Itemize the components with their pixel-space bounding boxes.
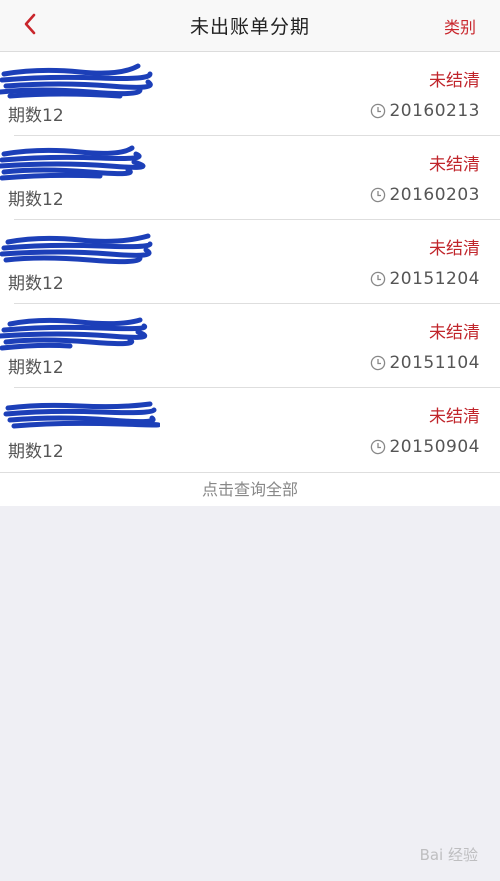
date-label: 20150904 [389, 437, 480, 457]
date-group: 20151104 [370, 353, 480, 373]
date-group: 20160213 [370, 101, 480, 121]
list-item[interactable]: 未结清 期数12 20160213 [0, 52, 500, 136]
status-label: 未结清 [429, 71, 480, 91]
date-label: 20151104 [389, 353, 480, 373]
list-item[interactable]: 未结清 期数12 20150904 [0, 388, 500, 472]
clock-icon [371, 187, 386, 203]
list-item[interactable]: 未结清 期数12 20151204 [0, 220, 500, 304]
clock-icon [371, 271, 386, 287]
clock-icon [371, 355, 386, 371]
category-button[interactable]: 类别 [444, 14, 476, 38]
status-label: 未结清 [429, 239, 480, 259]
redaction-scribble [0, 145, 146, 181]
date-label: 20160213 [389, 101, 480, 121]
watermark: Bai 经验 [419, 846, 478, 864]
installment-list: 未结清 期数12 20160213 未结清 期数12 20160203 未结清 … [0, 52, 500, 472]
period-label: 期数12 [8, 274, 64, 294]
date-group: 20150904 [370, 437, 480, 457]
list-item[interactable]: 未结清 期数12 20151104 [0, 304, 500, 388]
redaction-scribble [0, 317, 148, 351]
page-title: 未出账单分期 [189, 16, 310, 38]
status-label: 未结清 [429, 407, 480, 427]
period-label: 期数12 [8, 358, 64, 378]
date-group: 20151204 [370, 269, 480, 289]
status-label: 未结清 [429, 323, 480, 343]
redaction-scribble [0, 63, 153, 99]
date-label: 20151204 [389, 269, 480, 289]
redaction-scribble [3, 401, 160, 429]
clock-icon [371, 103, 386, 119]
redaction-scribble [0, 233, 153, 265]
clock-icon [371, 439, 386, 455]
date-group: 20160203 [370, 185, 480, 205]
date-label: 20160203 [389, 185, 480, 205]
period-label: 期数12 [8, 442, 64, 462]
period-label: 期数12 [8, 190, 64, 210]
period-label: 期数12 [8, 106, 64, 126]
status-label: 未结清 [429, 155, 480, 175]
query-all-button[interactable]: 点击查询全部 [0, 472, 500, 506]
nav-bar: 未出账单分期 类别 [0, 0, 500, 52]
list-item[interactable]: 未结清 期数12 20160203 [0, 136, 500, 220]
